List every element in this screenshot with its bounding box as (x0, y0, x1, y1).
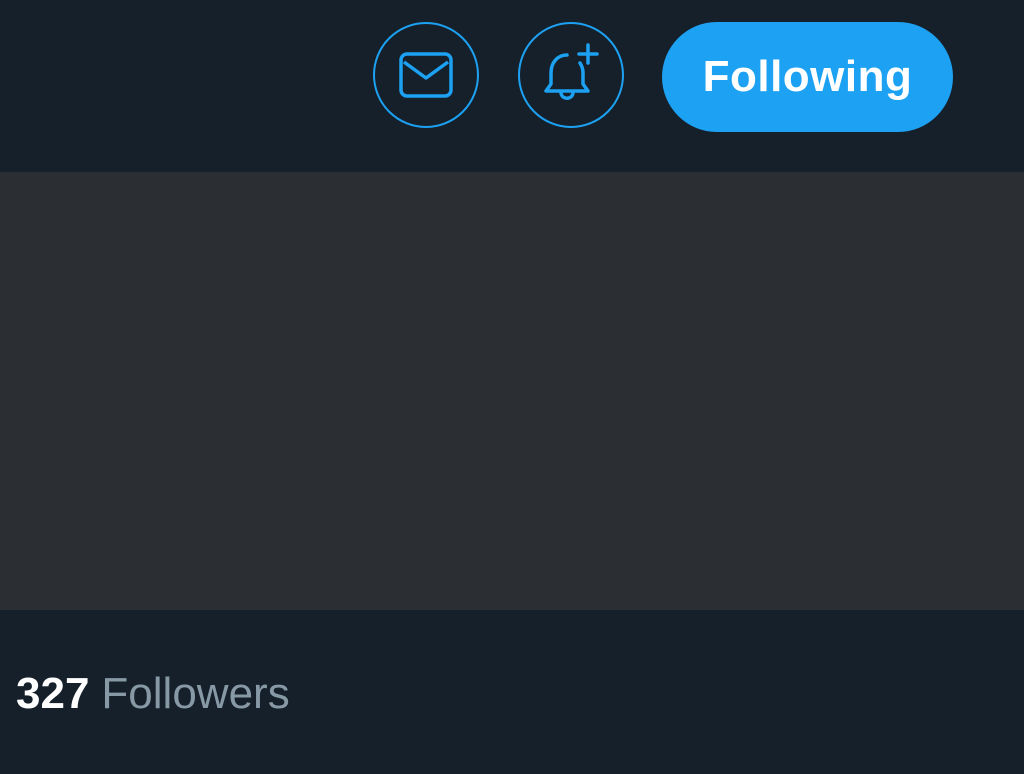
bell-plus-icon (544, 43, 599, 100)
message-button[interactable] (373, 22, 479, 128)
content-placeholder (0, 172, 1024, 610)
followers-link[interactable]: 327 Followers (16, 666, 290, 722)
followers-count: 327 (16, 669, 90, 718)
profile-page: Following 327 Followers (0, 0, 1024, 774)
followers-label: Followers (101, 669, 290, 718)
following-button[interactable]: Following (662, 22, 953, 132)
envelope-icon (399, 52, 453, 98)
profile-header-bar: Following (0, 0, 1024, 172)
notifications-button[interactable] (518, 22, 624, 128)
